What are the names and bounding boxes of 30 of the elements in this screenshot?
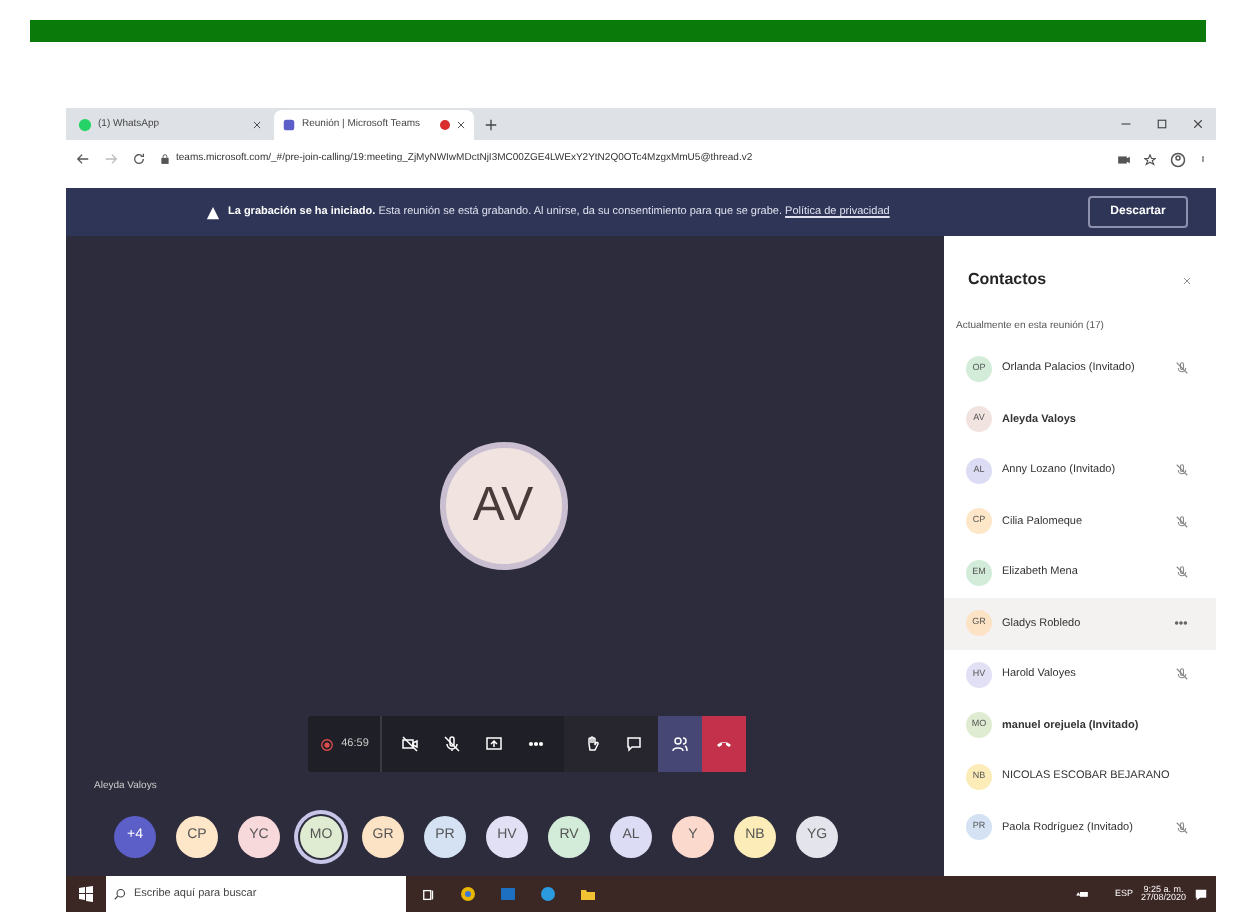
close-icon[interactable]: [456, 120, 466, 130]
task-view-icon[interactable]: [422, 887, 436, 901]
record-icon: [319, 737, 334, 751]
share-screen-icon[interactable]: [486, 736, 503, 752]
minimize-icon[interactable]: [1120, 118, 1132, 130]
close-icon[interactable]: [1192, 118, 1204, 130]
mic-off-icon[interactable]: [444, 736, 461, 752]
notification-icon[interactable]: [1194, 887, 1208, 901]
camera-off-icon[interactable]: [402, 736, 419, 752]
restore-icon[interactable]: [1156, 118, 1168, 130]
reload-icon[interactable]: [132, 152, 146, 166]
browser-icon[interactable]: [460, 886, 476, 902]
people-icon: [672, 736, 689, 752]
chat-icon[interactable]: [626, 736, 643, 752]
participants-button[interactable]: [658, 716, 703, 772]
search-icon: [114, 888, 126, 900]
hand-icon[interactable]: [584, 736, 601, 752]
folder-icon[interactable]: [580, 886, 596, 902]
plus-icon[interactable]: [484, 117, 498, 131]
camera-icon[interactable]: [1118, 153, 1130, 165]
more-icon[interactable]: [528, 736, 545, 752]
lock-icon: [160, 154, 170, 164]
star-icon[interactable]: [1144, 153, 1156, 165]
phone-icon: [716, 736, 733, 752]
profile-icon[interactable]: [1170, 151, 1186, 167]
panel-title: Contactos: [968, 268, 1047, 292]
warning-icon: [206, 205, 220, 219]
back-icon[interactable]: [76, 152, 90, 166]
hang-up-button[interactable]: [702, 716, 747, 772]
close-icon[interactable]: [252, 120, 262, 130]
